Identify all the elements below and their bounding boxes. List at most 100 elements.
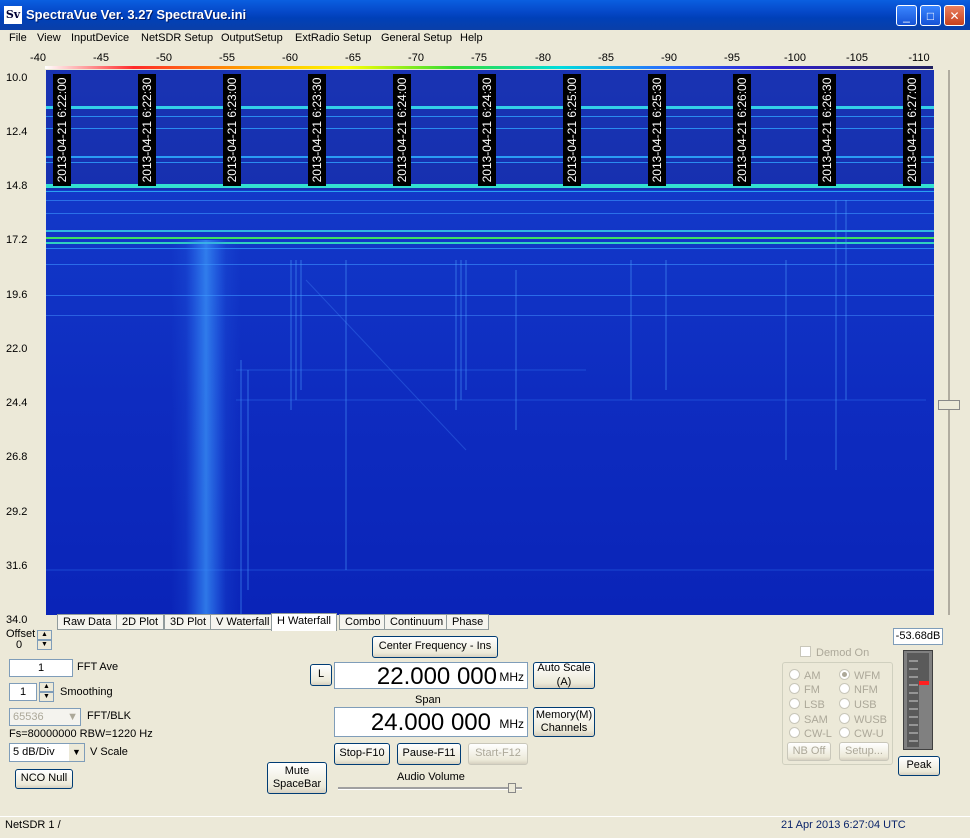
menu-outputsetup[interactable]: OutputSetup [221,32,283,44]
timestamp-label: 2013-04-21 6:23:30 [308,74,326,186]
db-tick: -70 [408,52,424,64]
smoothing-input[interactable]: 1 [9,683,37,701]
span-value: 24.000 000 [370,709,491,736]
db-tick: -75 [471,52,487,64]
menu-view[interactable]: View [37,32,61,44]
demod-setup-button[interactable]: Setup... [839,742,889,761]
freq-tick: 12.4 [6,126,28,138]
center-frequency-button[interactable]: Center Frequency - Ins [372,636,498,658]
maximize-button[interactable]: □ [920,5,941,26]
status-bar: NetSDR 1 / 21 Apr 2013 6:27:04 UTC [0,816,970,838]
start-button[interactable]: Start-F12 [468,743,528,765]
span-display[interactable]: 24.000 000 MHz [334,707,528,737]
offset-spinner[interactable]: ▲ ▼ [37,630,52,650]
status-device: NetSDR 1 / [5,819,61,831]
vscale-select[interactable]: 5 dB/Div ▼ [9,743,85,762]
menu-general-setup[interactable]: General Setup [381,32,452,44]
tab-v-waterfall[interactable]: V Waterfall [210,614,276,630]
span-label: Span [415,694,441,706]
menu-netsdr-setup[interactable]: NetSDR Setup [141,32,213,44]
memory-channels-button[interactable]: Memory(M) Channels [533,707,595,737]
db-tick: -50 [156,52,172,64]
nco-null-button[interactable]: NCO Null [15,769,73,789]
tab-continuum[interactable]: Continuum [384,614,450,630]
menu-help[interactable]: Help [460,32,483,44]
nb-off-button[interactable]: NB Off [787,742,831,761]
db-tick: -85 [598,52,614,64]
fft-ave-input[interactable]: 1 [9,659,73,677]
audio-volume-label: Audio Volume [397,771,465,783]
db-tick: -95 [724,52,740,64]
tab-2d-plot[interactable]: 2D Plot [116,614,165,630]
status-datetime: 21 Apr 2013 6:27:04 UTC [781,819,906,831]
radio-fm[interactable]: FM [789,683,820,696]
frequency-axis: 10.0 12.4 14.8 17.2 19.6 22.0 24.4 26.8 … [0,70,46,626]
tab-phase[interactable]: Phase [446,614,490,630]
center-frequency-display[interactable]: 22.000 000 MHz [334,662,528,690]
auto-scale-button[interactable]: Auto Scale (A) [533,662,595,689]
center-frequency-value: 22.000 000 [376,663,497,690]
radio-cw-u[interactable]: CW-U [839,727,884,740]
timestamp-label: 2013-04-21 6:24:30 [478,74,496,186]
menu-inputdevice[interactable]: InputDevice [71,32,129,44]
demod-group: AM FM LSB SAM CW-L WFM NFM USB WUSB CW-U… [782,662,893,765]
tab-3d-plot[interactable]: 3D Plot [164,614,213,630]
demod-checkbox[interactable] [800,646,811,657]
radio-lsb[interactable]: LSB [789,698,825,711]
radio-cw-l[interactable]: CW-L [789,727,832,740]
radio-nfm[interactable]: NFM [839,683,878,696]
radio-usb[interactable]: USB [839,698,877,711]
db-tick: -110 [908,52,930,64]
db-tick: -55 [219,52,235,64]
audio-volume-thumb[interactable] [508,783,516,793]
color-scale-bar [45,66,933,69]
audio-volume-track[interactable] [338,787,522,790]
stop-button[interactable]: Stop-F10 [334,743,390,765]
db-tick: -80 [535,52,551,64]
freq-tick: 22.0 [6,343,28,355]
title-bar[interactable]: Sv SpectraVue Ver. 3.27 SpectraVue.ini _… [0,0,970,30]
peak-button[interactable]: Peak [898,756,940,776]
signal-meter [903,650,933,750]
tab-raw-data[interactable]: Raw Data [57,614,118,630]
l-button[interactable]: L [310,664,332,686]
smoothing-spinner[interactable]: ▲ ▼ [39,682,54,702]
timestamp-label: 2013-04-21 6:23:00 [223,74,241,186]
minimize-button[interactable]: _ [896,5,917,26]
slider-thumb[interactable] [938,400,960,410]
radio-am[interactable]: AM [789,669,821,682]
timestamp-label: 2013-04-21 6:22:00 [53,74,71,186]
vscale-label: V Scale [90,746,128,758]
fft-blk-label: FFT/BLK [87,710,132,722]
timestamp-label: 2013-04-21 6:26:00 [733,74,751,186]
span-unit: MHz [499,717,524,731]
pause-button[interactable]: Pause-F11 [397,743,461,765]
window-title: SpectraVue Ver. 3.27 SpectraVue.ini [26,7,247,22]
db-tick: -45 [93,52,109,64]
tab-h-waterfall[interactable]: H Waterfall [271,613,337,631]
db-tick: -100 [783,52,807,64]
app-icon: Sv [4,6,22,24]
db-tick: -60 [282,52,298,64]
vertical-slider [934,70,964,620]
menu-extradio-setup[interactable]: ExtRadio Setup [295,32,371,44]
fs-info: Fs=80000000 RBW=1220 Hz [9,728,153,740]
mute-button[interactable]: Mute SpaceBar [267,762,327,794]
radio-sam[interactable]: SAM [789,713,828,726]
timestamp-label: 2013-04-21 6:25:00 [563,74,581,186]
freq-tick: 34.0 [6,614,28,626]
smoothing-label: Smoothing [60,686,113,698]
menu-file[interactable]: File [9,32,27,44]
db-tick: -105 [845,52,869,64]
timestamp-label: 2013-04-21 6:26:30 [818,74,836,186]
freq-tick: 17.2 [6,234,28,246]
signal-level-readout: -53.68dB [893,628,943,645]
tab-combo[interactable]: Combo [339,614,387,630]
radio-wfm[interactable]: WFM [839,669,880,682]
radio-wusb[interactable]: WUSB [839,713,887,726]
freq-tick: 26.8 [6,451,28,463]
freq-tick: 24.4 [6,397,28,409]
waterfall-display[interactable]: 2013-04-21 6:22:00 2013-04-21 6:22:30 20… [46,70,934,615]
close-button[interactable]: ✕ [944,5,965,26]
meter-bars [907,653,929,747]
